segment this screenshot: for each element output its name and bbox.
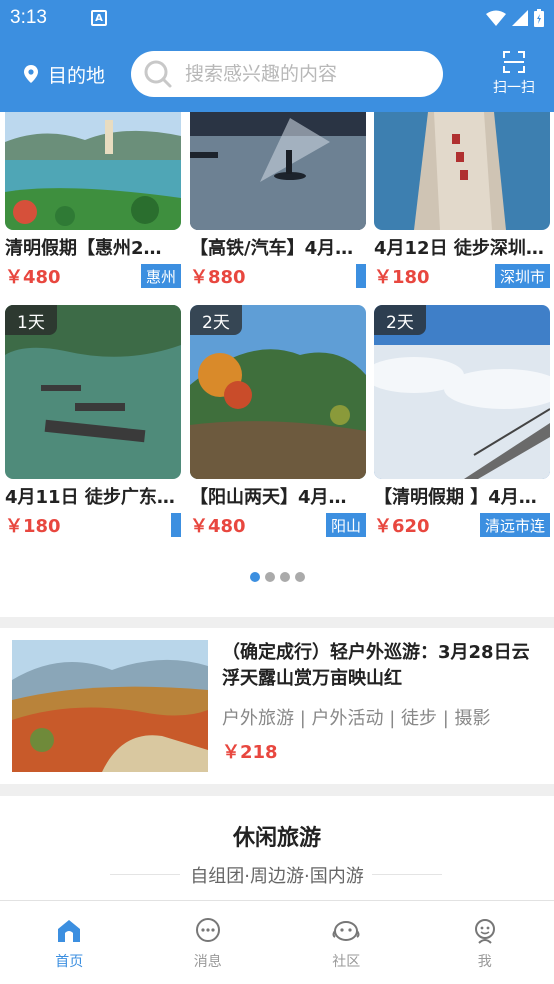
leisure-section: 休闲旅游 自组团·周边游·国内游 [0, 796, 554, 900]
trip-region-tag [356, 264, 366, 288]
trip-price: ￥620 [374, 516, 430, 537]
trip-duration-badge: 1天 [5, 305, 57, 335]
nav-community[interactable]: 社区 [277, 901, 416, 984]
trip-region-tag: 惠州 [140, 264, 181, 288]
scan-button[interactable]: 扫一扫 [484, 51, 544, 97]
location-pin-icon [24, 65, 38, 83]
trip-title: 4月11日 徒步广东… [5, 487, 175, 508]
trip-card[interactable]: 4月12日 徒步深圳… ￥180 深圳市 [374, 112, 550, 290]
trip-price: ￥180 [374, 267, 430, 288]
top-bar: 3:13 A 目的地 扫一扫 [0, 0, 554, 112]
featured-trip[interactable]: （确定成行）轻户外巡游：3月28日云浮天露山赏万亩映山红 户外旅游 | 户外活动… [0, 628, 554, 784]
home-icon [58, 920, 81, 942]
nav-profile[interactable]: 我 [416, 901, 554, 984]
scan-icon [503, 51, 525, 73]
trip-region-tag: 清远市连 [479, 513, 550, 537]
profile-icon [474, 919, 495, 944]
trip-image [374, 112, 550, 230]
featured-trip-info: （确定成行）轻户外巡游：3月28日云浮天露山赏万亩映山红 户外旅游 | 户外活动… [222, 640, 542, 772]
community-icon [332, 921, 360, 941]
trip-carousel: 清明假期【惠州2… ￥480 惠州 【高铁/汽车】4月… ￥880 4月12日 … [0, 112, 554, 617]
trip-duration-badge: 2天 [190, 305, 242, 335]
carousel-dot[interactable] [294, 572, 305, 582]
trip-title: 4月12日 徒步深圳… [374, 238, 544, 259]
trip-price: ￥480 [190, 516, 246, 537]
nav-label: 首页 [55, 954, 84, 970]
search-input[interactable] [185, 63, 426, 85]
trip-region-tag: 深圳市 [494, 264, 550, 288]
trip-card[interactable]: 2天 【清明假期 】4月… ￥620 清远市连 [374, 305, 550, 539]
trip-image: 2天 [374, 305, 550, 479]
divider [110, 874, 180, 875]
trip-card[interactable]: 1天 4月11日 徒步广东… ￥180 [5, 305, 181, 539]
wifi-icon [486, 10, 506, 26]
carousel-dot[interactable] [249, 572, 260, 582]
featured-trip-title: （确定成行）轻户外巡游：3月28日云浮天露山赏万亩映山红 [222, 642, 530, 689]
trip-card[interactable]: 2天 【阳山两天】4月… ￥480 阳山 [190, 305, 366, 539]
nav-label: 消息 [193, 954, 222, 970]
trip-image [5, 112, 181, 230]
search-bar[interactable] [131, 51, 444, 97]
status-time: 3:13 [10, 7, 47, 28]
divider [372, 874, 442, 875]
notification-icon: A [90, 10, 107, 26]
trip-image: 1天 [5, 305, 181, 479]
message-icon [195, 918, 220, 942]
featured-trip-price: ￥218 [222, 742, 278, 763]
trip-duration-badge: 2天 [374, 305, 426, 335]
trip-title: 【高铁/汽车】4月… [190, 238, 354, 259]
trip-region-tag: 阳山 [325, 513, 366, 537]
trip-title: 【清明假期 】4月… [374, 487, 537, 508]
search-icon [144, 60, 172, 88]
trip-card[interactable]: 【高铁/汽车】4月… ￥880 [190, 112, 366, 290]
trip-card[interactable]: 清明假期【惠州2… ￥480 惠州 [5, 112, 181, 290]
trip-title: 【阳山两天】4月… [190, 487, 347, 508]
featured-trip-image [12, 640, 208, 772]
featured-trip-categories: 户外旅游 | 户外活动 | 徒步 | 摄影 [222, 708, 491, 729]
destination-selector[interactable]: 目的地 [24, 61, 105, 88]
carousel-pagination [0, 572, 554, 582]
battery-icon [534, 9, 544, 27]
status-icons [486, 9, 544, 27]
trip-price: ￥880 [190, 267, 246, 288]
scan-label: 扫一扫 [493, 80, 535, 96]
header: 目的地 扫一扫 [0, 36, 554, 112]
leisure-title: 休闲旅游 [232, 826, 321, 851]
carousel-dot[interactable] [264, 572, 275, 582]
nav-label: 社区 [332, 954, 361, 970]
destination-label: 目的地 [48, 64, 106, 87]
trip-image [190, 112, 366, 230]
trip-title: 清明假期【惠州2… [5, 238, 162, 259]
trip-region-tag [171, 513, 181, 537]
signal-icon [512, 10, 528, 26]
nav-home[interactable]: 首页 [0, 901, 139, 984]
nav-messages[interactable]: 消息 [139, 901, 278, 984]
trip-price: ￥480 [5, 267, 61, 288]
leisure-subtitle: 自组团·周边游·国内游 [190, 866, 364, 887]
nav-label: 我 [477, 954, 492, 970]
status-bar: 3:13 A [0, 0, 554, 36]
trip-price: ￥180 [5, 516, 61, 537]
bottom-nav: 首页 消息 社区 我 [0, 900, 554, 984]
carousel-dot[interactable] [279, 572, 290, 582]
trip-image: 2天 [190, 305, 366, 479]
